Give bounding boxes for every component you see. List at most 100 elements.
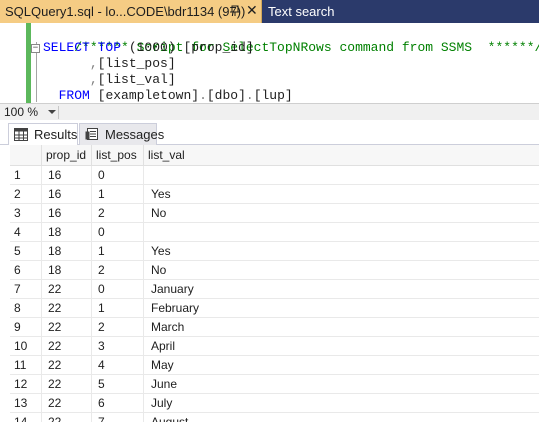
cell-prop-id[interactable]: 16: [42, 166, 92, 185]
dot: .: [199, 88, 207, 103]
column-header-list-val[interactable]: list_val: [144, 145, 539, 166]
cell-prop-id[interactable]: 22: [42, 375, 92, 394]
cell-list-val[interactable]: Yes: [144, 242, 539, 261]
table-row[interactable]: 12 22 5 June: [10, 375, 539, 394]
zoom-dropdown[interactable]: 100 %: [4, 105, 56, 119]
cell-list-pos[interactable]: 6: [92, 394, 144, 413]
tab-results[interactable]: Results: [8, 123, 78, 145]
code-line-3: ,[list_pos]: [43, 56, 176, 72]
cell-list-pos[interactable]: 5: [92, 375, 144, 394]
cell-prop-id[interactable]: 22: [42, 394, 92, 413]
cell-list-val[interactable]: August: [144, 413, 539, 422]
chevron-down-icon: [48, 110, 56, 114]
messages-icon: [85, 128, 98, 140]
collapse-icon[interactable]: −: [31, 44, 40, 53]
cell-prop-id[interactable]: 22: [42, 280, 92, 299]
row-number[interactable]: 14: [10, 413, 42, 422]
cell-list-pos[interactable]: 2: [92, 261, 144, 280]
cell-list-pos[interactable]: 0: [92, 166, 144, 185]
results-grid[interactable]: prop_id list_pos list_val 1 16 0 2 16 1 Yes 3 16…: [10, 145, 539, 422]
table-row[interactable]: 14 22 7 August: [10, 413, 539, 422]
row-number-header[interactable]: [10, 145, 42, 166]
column-header-list-pos[interactable]: list_pos: [92, 145, 144, 166]
tab-title: SQLQuery1.sql - lo...CODE\bdr1134 (97)): [5, 4, 246, 19]
cell-list-pos[interactable]: 1: [92, 299, 144, 318]
row-number[interactable]: 7: [10, 280, 42, 299]
cell-list-val[interactable]: [144, 223, 539, 242]
cell-list-pos[interactable]: 4: [92, 356, 144, 375]
cell-list-pos[interactable]: 2: [92, 318, 144, 337]
tab-messages[interactable]: Messages: [79, 123, 164, 145]
cell-list-pos[interactable]: 1: [92, 185, 144, 204]
table-row[interactable]: 8 22 1 February: [10, 299, 539, 318]
grid-icon: [14, 128, 28, 141]
row-number[interactable]: 3: [10, 204, 42, 223]
row-number[interactable]: 1: [10, 166, 42, 185]
row-number[interactable]: 12: [10, 375, 42, 394]
row-number[interactable]: 8: [10, 299, 42, 318]
cell-list-val[interactable]: April: [144, 337, 539, 356]
table-row[interactable]: 3 16 2 No: [10, 204, 539, 223]
cell-prop-id[interactable]: 16: [42, 185, 92, 204]
cell-list-val[interactable]: May: [144, 356, 539, 375]
row-number[interactable]: 6: [10, 261, 42, 280]
tab-sqlquery1[interactable]: SQLQuery1.sql - lo...CODE\bdr1134 (97)) …: [0, 0, 262, 23]
table-row[interactable]: 9 22 2 March: [10, 318, 539, 337]
cell-list-val[interactable]: Yes: [144, 185, 539, 204]
table-row[interactable]: 5 18 1 Yes: [10, 242, 539, 261]
table-name: [lup]: [253, 88, 293, 103]
grid-header: prop_id list_pos list_val: [10, 145, 539, 166]
table-row[interactable]: 10 22 3 April: [10, 337, 539, 356]
row-number[interactable]: 2: [10, 185, 42, 204]
table-row[interactable]: 13 22 6 July: [10, 394, 539, 413]
cell-prop-id[interactable]: 22: [42, 356, 92, 375]
cell-list-pos[interactable]: 0: [92, 223, 144, 242]
results-tab-strip: Results Messages: [0, 121, 539, 145]
row-number[interactable]: 9: [10, 318, 42, 337]
cell-list-val[interactable]: January: [144, 280, 539, 299]
sql-editor[interactable]: − /****** Script for SelectTopNRows comm…: [0, 23, 539, 103]
row-number[interactable]: 4: [10, 223, 42, 242]
cell-list-val[interactable]: No: [144, 261, 539, 280]
table-row[interactable]: 4 18 0: [10, 223, 539, 242]
table-row[interactable]: 2 16 1 Yes: [10, 185, 539, 204]
cell-list-val[interactable]: [144, 166, 539, 185]
cell-list-pos[interactable]: 0: [92, 280, 144, 299]
keyword-select: SELECT: [43, 40, 90, 55]
row-number[interactable]: 10: [10, 337, 42, 356]
row-number[interactable]: 5: [10, 242, 42, 261]
cell-list-pos[interactable]: 2: [92, 204, 144, 223]
comma: ,: [89, 72, 98, 87]
pin-icon[interactable]: [229, 5, 241, 17]
column-header-prop-id[interactable]: prop_id: [42, 145, 92, 166]
close-icon[interactable]: ✕: [246, 2, 258, 18]
row-number[interactable]: 11: [10, 356, 42, 375]
column-prop-id: [prop_id]: [183, 40, 254, 55]
cell-list-val[interactable]: February: [144, 299, 539, 318]
table-row[interactable]: 7 22 0 January: [10, 280, 539, 299]
cell-list-val[interactable]: No: [144, 204, 539, 223]
cell-prop-id[interactable]: 16: [42, 204, 92, 223]
cell-list-val[interactable]: March: [144, 318, 539, 337]
cell-prop-id[interactable]: 18: [42, 261, 92, 280]
cell-prop-id[interactable]: 22: [42, 299, 92, 318]
cell-list-pos[interactable]: 1: [92, 242, 144, 261]
tab-text-search[interactable]: Text search: [262, 0, 352, 23]
tab-label: Results: [34, 127, 78, 142]
table-row[interactable]: 11 22 4 May: [10, 356, 539, 375]
cell-prop-id[interactable]: 22: [42, 413, 92, 422]
cell-list-val[interactable]: June: [144, 375, 539, 394]
table-row[interactable]: 1 16 0: [10, 166, 539, 185]
cell-prop-id[interactable]: 18: [42, 223, 92, 242]
cell-prop-id[interactable]: 22: [42, 337, 92, 356]
divider: [58, 106, 59, 119]
cell-list-pos[interactable]: 7: [92, 413, 144, 422]
cell-list-pos[interactable]: 3: [92, 337, 144, 356]
table-row[interactable]: 6 18 2 No: [10, 261, 539, 280]
cell-list-val[interactable]: July: [144, 394, 539, 413]
zoom-value: 100 %: [4, 105, 39, 119]
row-number[interactable]: 13: [10, 394, 42, 413]
cell-prop-id[interactable]: 22: [42, 318, 92, 337]
cell-prop-id[interactable]: 18: [42, 242, 92, 261]
change-tracking-bar: [26, 23, 31, 103]
